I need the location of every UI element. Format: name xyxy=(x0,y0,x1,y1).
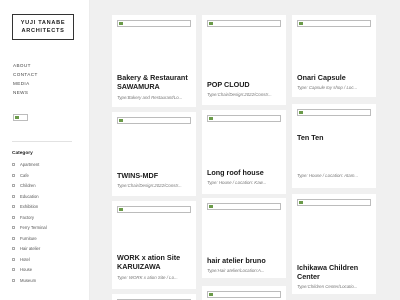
logo-line-1: YUJI TANABE xyxy=(20,20,66,26)
checkbox-icon xyxy=(12,215,15,219)
checkbox-icon xyxy=(12,236,15,240)
project-meta: Type: WORK x ation Site / Lo... xyxy=(117,275,178,280)
project-card[interactable]: TWINS-MDF Type:Chair/Design:2022/Constr.… xyxy=(112,112,196,196)
project-title: Long roof house xyxy=(207,168,264,177)
project-title: Ten Ten xyxy=(297,133,324,142)
project-meta: Type:Hair atelier/Location:A... xyxy=(207,268,265,273)
checkbox-icon xyxy=(12,205,15,208)
project-meta: Type: House / Location: Atam... xyxy=(297,173,359,178)
broken-image-icon xyxy=(207,20,281,27)
project-card[interactable]: Onari Capsule Type: Capsule toy shop / L… xyxy=(292,15,376,97)
broken-image-icon xyxy=(297,109,371,116)
project-title: TWINS-MDF xyxy=(117,171,159,180)
nav-item-contact[interactable]: CONTACT xyxy=(13,70,38,79)
broken-image-icon xyxy=(297,199,371,206)
project-meta: Type:Chair/Design:2022/Constr... xyxy=(117,183,182,188)
nav-item-news[interactable]: NEWS xyxy=(13,88,38,97)
project-card[interactable]: WORK x ation Site KARUIZAWA Type: WORK x … xyxy=(112,201,196,289)
broken-image-icon xyxy=(117,20,191,27)
checkbox-icon xyxy=(12,257,15,261)
category-item-hair-atelier[interactable]: Hair atelier xyxy=(12,245,47,256)
project-title: Bakery & Restaurant SAWAMURA xyxy=(117,73,188,91)
category-item-ferry-terminal[interactable]: Ferry Terminal xyxy=(12,224,47,235)
broken-image-icon xyxy=(117,117,191,124)
nav-item-media[interactable]: MEDIA xyxy=(13,79,38,88)
checkbox-icon xyxy=(12,247,15,250)
project-meta: Type:Chair/Design:2022/Constr... xyxy=(207,92,272,97)
checkbox-icon xyxy=(12,184,15,187)
broken-image-icon xyxy=(207,115,281,122)
category-item-museum[interactable]: Museum xyxy=(12,277,47,288)
project-title: WORK x ation Site KARUIZAWA xyxy=(117,253,181,271)
logo-line-2: ARCHITECTS xyxy=(21,28,65,34)
category-item-cafe[interactable]: Cafe xyxy=(12,172,47,183)
broken-image-icon[interactable] xyxy=(13,114,28,121)
broken-image-icon xyxy=(297,20,371,27)
project-card[interactable] xyxy=(112,294,196,300)
sidebar: YUJI TANABE ARCHITECTS ABOUT CONTACT MED… xyxy=(0,0,90,300)
nav-item-about[interactable]: ABOUT xyxy=(13,61,38,70)
project-meta: Type:Children Center/Locatio... xyxy=(297,284,358,289)
project-title: POP CLOUD xyxy=(207,80,250,89)
broken-image-icon xyxy=(207,203,281,210)
category-heading: Category xyxy=(12,151,33,156)
site-logo[interactable]: YUJI TANABE ARCHITECTS xyxy=(12,14,74,40)
project-card[interactable]: hair atelier bruno Type:Hair atelier/Loc… xyxy=(202,198,286,278)
project-title: Onari Capsule xyxy=(297,73,346,82)
project-meta: Type:Bakery and Restaurant/Lo... xyxy=(117,95,183,100)
project-meta: Type: House / Location: Kaw... xyxy=(207,180,267,185)
checkbox-icon xyxy=(12,226,15,229)
checkbox-icon xyxy=(12,173,15,177)
project-card[interactable]: POP CLOUD Type:Chair/Design:2022/Constr.… xyxy=(202,15,286,105)
sidebar-divider xyxy=(12,141,72,142)
project-title: Ichikawa Children Center xyxy=(297,263,359,281)
category-item-house[interactable]: House xyxy=(12,266,47,277)
category-item-apartment[interactable]: Apartment xyxy=(12,161,47,172)
project-card[interactable]: Bakery & Restaurant SAWAMURA Type:Bakery … xyxy=(112,15,196,107)
broken-image-icon xyxy=(207,291,281,298)
category-list: Apartment Cafe Children Education Exhibi… xyxy=(12,161,47,287)
checkbox-icon xyxy=(12,163,15,166)
category-item-education[interactable]: Education xyxy=(12,193,47,204)
category-item-exhibition[interactable]: Exhibition xyxy=(12,203,47,214)
project-card[interactable]: Ichikawa Children Center Type:Children Ce… xyxy=(292,194,376,294)
broken-image-icon xyxy=(117,206,191,213)
project-meta: Type: Capsule toy shop / Loc... xyxy=(297,85,358,90)
category-item-children[interactable]: Children xyxy=(12,182,47,193)
project-title: hair atelier bruno xyxy=(207,256,266,265)
category-item-hotel[interactable]: Hotel xyxy=(12,256,47,267)
category-item-factory[interactable]: Factory xyxy=(12,214,47,225)
category-item-furniture[interactable]: Furniture xyxy=(12,235,47,246)
checkbox-icon xyxy=(12,268,15,271)
checkbox-icon xyxy=(12,194,15,198)
checkbox-icon xyxy=(12,278,15,282)
project-card[interactable] xyxy=(202,286,286,300)
main-nav: ABOUT CONTACT MEDIA NEWS xyxy=(13,61,38,97)
project-card[interactable]: Ten Ten Type: House / Location: Atam... xyxy=(292,104,376,188)
project-card[interactable]: Long roof house Type: House / Location: … xyxy=(202,110,286,194)
